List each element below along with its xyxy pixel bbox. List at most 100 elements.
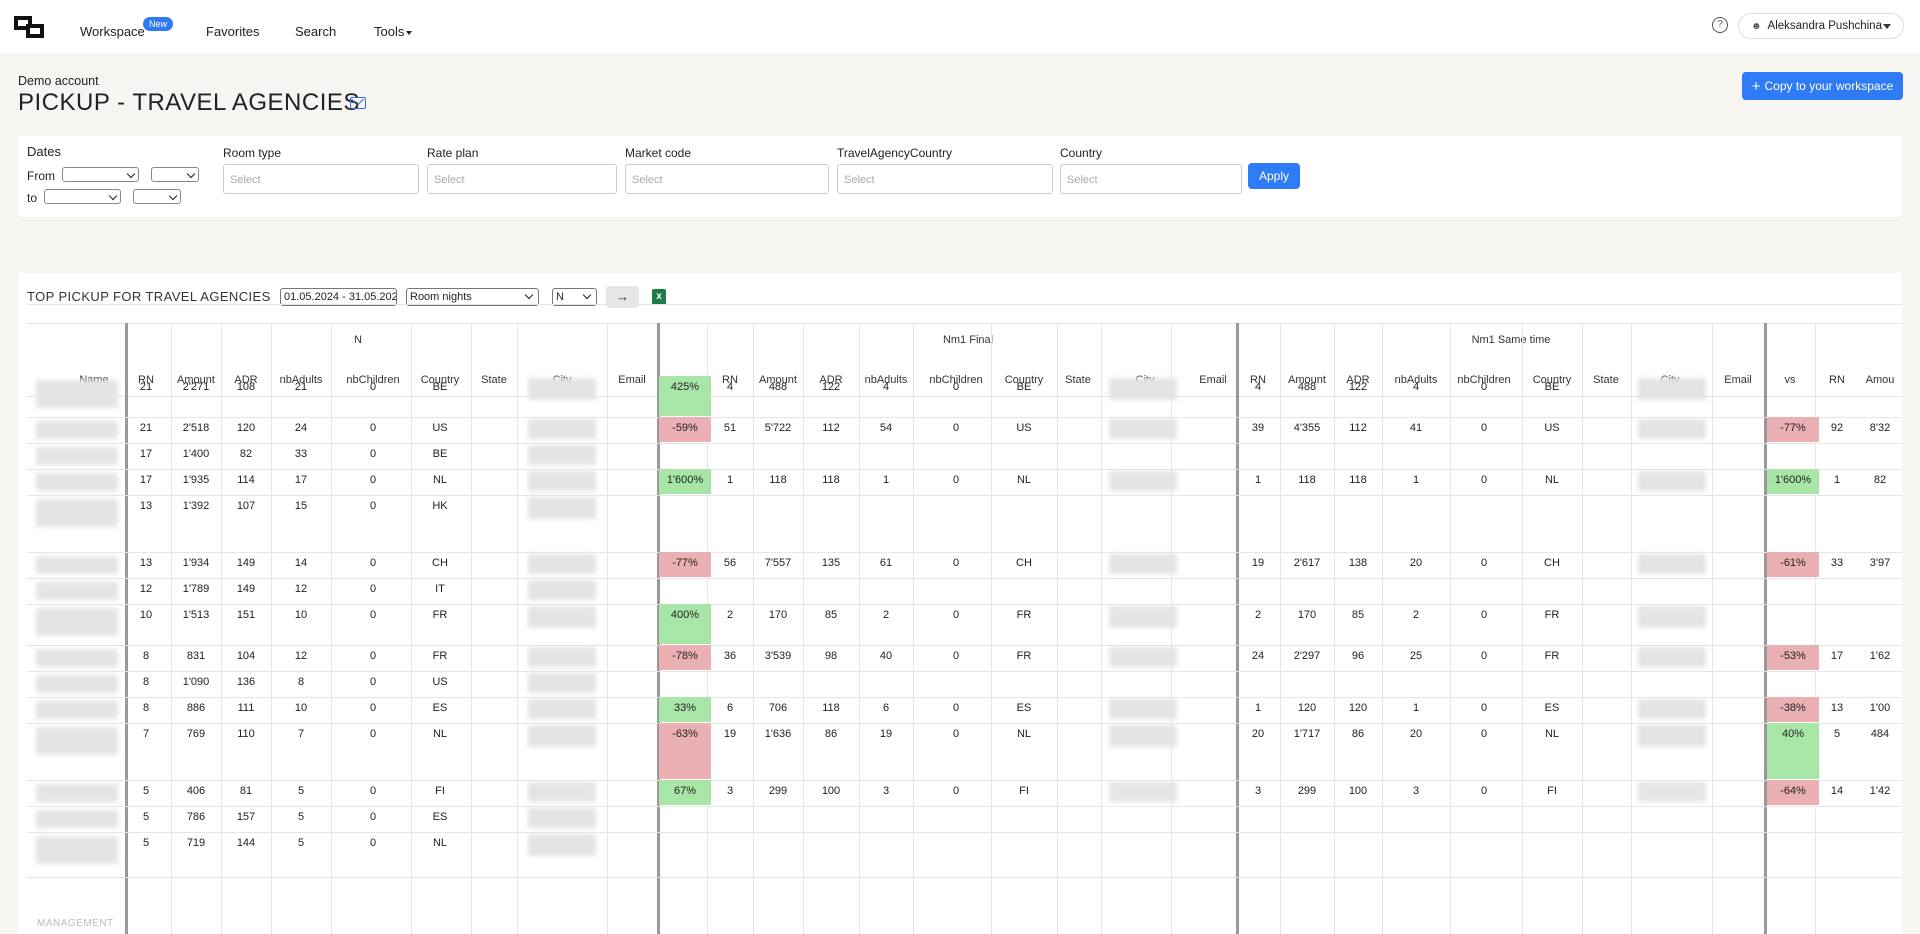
nav-workspace[interactable]: Workspace [80, 24, 145, 39]
help-icon[interactable]: ? [1712, 17, 1728, 33]
cell-n: 24 [294, 422, 308, 434]
grid-vline [1631, 323, 1632, 934]
cell-n: 12 [294, 650, 308, 662]
cell-final: 40 [879, 650, 893, 662]
country-label: Country [1060, 146, 1103, 160]
blurred-city [528, 834, 596, 856]
cell-n: 8 [297, 676, 305, 688]
grid-vline [1280, 323, 1281, 934]
cell-n: BE [432, 381, 448, 393]
group-separator [1764, 323, 1767, 934]
grid-vline [1712, 323, 1713, 934]
blurred-city [1109, 554, 1177, 574]
col-header-tail-2: Amou [1865, 374, 1895, 386]
cell-n: 10 [294, 609, 308, 621]
travel-agency-country-select[interactable]: Select [837, 164, 1053, 194]
blurred-city [528, 725, 596, 747]
cell-n: HK [432, 500, 448, 512]
country-select[interactable]: Select [1060, 164, 1242, 194]
row-divider [27, 723, 1902, 724]
blurred-city [1109, 378, 1177, 400]
blurred-city [528, 580, 596, 600]
caret-down-icon [406, 30, 413, 35]
cell-final: 2 [882, 609, 890, 621]
cell-final: BE [1016, 381, 1032, 393]
header-top-line [27, 323, 1902, 324]
row-divider [27, 417, 1902, 418]
blurred-city [1109, 606, 1177, 628]
user-icon: ☻ [1751, 20, 1762, 32]
excel-icon[interactable]: x [652, 289, 666, 305]
room-type-select[interactable]: Select [223, 164, 419, 194]
to-month-select[interactable] [44, 189, 121, 204]
blurred-city [528, 782, 596, 802]
blurred-city [1638, 699, 1706, 719]
grid-vline [991, 323, 992, 934]
from-year-select[interactable] [151, 167, 199, 182]
rate-plan-select[interactable]: Select [427, 164, 617, 194]
user-menu[interactable]: ☻ Aleksandra Pushchina [1738, 13, 1904, 39]
row-divider [27, 780, 1902, 781]
cell-n: 10 [294, 702, 308, 714]
mail-icon[interactable] [350, 97, 366, 109]
apply-button[interactable]: Apply [1248, 163, 1300, 189]
blurred-city [1109, 725, 1177, 747]
grid-vline [1582, 323, 1583, 934]
grid-vline [913, 323, 914, 934]
row-divider [27, 877, 1902, 878]
group-header-nm1-final: Nm1 Final [942, 334, 994, 346]
market-code-select[interactable]: Select [625, 164, 829, 194]
cell-same-time: FI [1547, 785, 1557, 797]
copy-to-workspace-button[interactable]: + Copy to your workspace [1742, 72, 1903, 100]
cell-final: 3 [882, 785, 890, 797]
cell-n: NL [432, 728, 448, 740]
blurred-city [528, 647, 596, 667]
grid-vline [859, 323, 860, 934]
cell-same-time: US [1544, 422, 1560, 434]
nav-tools-label: Tools [374, 24, 405, 39]
pickup-panel: TOP PICKUP FOR TRAVEL AGENCIES 01.05.202… [18, 273, 1902, 934]
account-label: Demo account [18, 74, 99, 88]
nav-search[interactable]: Search [295, 24, 336, 39]
cell-n: 5 [297, 785, 305, 797]
grid-vline [1815, 323, 1816, 934]
cell-same-time: BE [1544, 381, 1560, 393]
nav-tools[interactable]: Tools [374, 24, 413, 39]
cell-tail: 3'97 [1869, 557, 1891, 569]
to-label: to [27, 191, 38, 205]
cell-final: NL [1016, 728, 1032, 740]
cell-same-time: CH [1544, 557, 1560, 569]
cell-n: NL [432, 474, 448, 486]
row-divider [27, 495, 1902, 496]
cell-n: ES [432, 702, 448, 714]
logo-icon[interactable] [14, 16, 44, 38]
row-divider [27, 443, 1902, 444]
cell-tail: 484 [1870, 728, 1890, 740]
cell-final: FR [1016, 609, 1032, 621]
cell-tail: 82 [1873, 474, 1887, 486]
from-month-select[interactable] [62, 167, 139, 182]
row-divider [27, 697, 1902, 698]
to-year-select[interactable] [133, 189, 181, 204]
cell-n: 7 [297, 728, 305, 740]
cell-final: 4 [882, 381, 890, 393]
grid-vline [1057, 323, 1058, 934]
blurred-city [1638, 419, 1706, 439]
cell-same-time: FR [1544, 650, 1560, 662]
cell-n: 33 [294, 448, 308, 460]
nav-favorites[interactable]: Favorites [206, 24, 259, 39]
panel-title: TOP PICKUP FOR TRAVEL AGENCIES [27, 289, 271, 304]
blurred-city [1638, 378, 1706, 400]
cell-same-time: ES [1544, 702, 1560, 714]
cell-n: FR [432, 609, 448, 621]
cell-final: ES [1016, 702, 1032, 714]
row-divider [27, 806, 1902, 807]
blurred-city [528, 673, 596, 693]
blurred-city [1638, 554, 1706, 574]
blurred-city [528, 471, 596, 491]
grid-vline [517, 323, 518, 934]
page-title: PICKUP - TRAVEL AGENCIES [18, 89, 360, 116]
cell-final: US [1016, 422, 1032, 434]
blurred-city [528, 554, 596, 574]
row-divider [27, 645, 1902, 646]
